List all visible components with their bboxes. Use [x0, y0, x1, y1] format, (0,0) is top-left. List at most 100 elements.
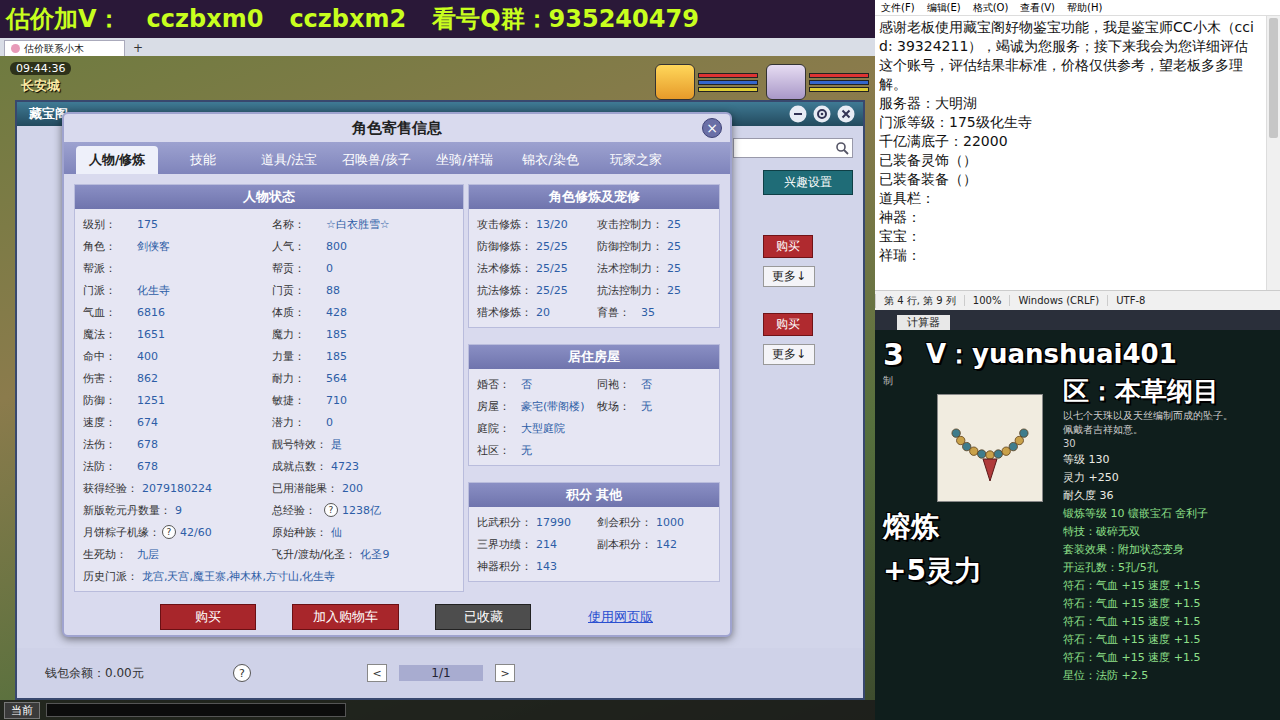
help-icon[interactable]: ?: [324, 503, 338, 517]
anger-bar: [698, 87, 758, 92]
dialog-tab[interactable]: 技能: [162, 146, 244, 174]
stat-label: 法术修炼：: [477, 261, 532, 276]
action-button[interactable]: 加入购物车: [292, 604, 399, 630]
text-line: 宝宝：: [879, 227, 1262, 246]
item-stat: 符石：气血 +15 速度 +1.5: [1063, 631, 1272, 649]
smelt-label: 熔炼: [883, 508, 1055, 546]
action-button[interactable]: 使用网页版: [567, 604, 674, 630]
stat-label: 命中：: [83, 349, 133, 364]
new-tab-button[interactable]: +: [129, 40, 147, 56]
settings-icon[interactable]: [813, 105, 831, 123]
stat-label: 法伤：: [83, 437, 133, 452]
smelt-bonus: +5灵力: [883, 552, 1055, 590]
dialog-tab[interactable]: 玩家之家: [595, 146, 677, 174]
stat-value: 564: [326, 372, 347, 385]
stat-label: 比武积分：: [477, 515, 532, 530]
stat-label: 门派：: [83, 283, 133, 298]
menu-item[interactable]: 编辑(E): [927, 1, 961, 15]
dialog-tab[interactable]: 人物/修炼: [76, 146, 158, 174]
dialog-tab[interactable]: 召唤兽/孩子: [334, 146, 419, 174]
info-section: 角色修炼及宠修攻击修炼：13/20攻击控制力：25防御修炼：25/25防御控制力…: [468, 184, 720, 328]
stat-label: 法防：: [83, 459, 133, 474]
search-icon[interactable]: [835, 141, 849, 155]
hp-bar: [698, 73, 758, 78]
menu-item[interactable]: 帮助(H): [1067, 1, 1102, 15]
chat-input[interactable]: [46, 703, 346, 717]
next-page-button[interactable]: >: [495, 664, 515, 682]
stat-cell: 获得经验：2079180224: [83, 477, 266, 499]
page-indicator: 1/1: [399, 665, 483, 681]
portrait[interactable]: [766, 64, 869, 100]
stat-grid: 攻击修炼：13/20攻击控制力：25防御修炼：25/25防御控制力：25法术修炼…: [469, 209, 719, 327]
overlay-contact: V：yuanshuai401: [926, 337, 1177, 372]
stat-cell: 气血：6816: [83, 301, 266, 323]
close-button[interactable]: ×: [702, 118, 722, 138]
minimize-icon[interactable]: [789, 105, 807, 123]
stat-cell: 潜力： 0: [272, 411, 455, 433]
market-side: 兴趣设置购买更多↓购买更多↓: [733, 126, 853, 648]
chat-channel[interactable]: 当前: [4, 702, 40, 719]
scroll-thumb[interactable]: [1269, 18, 1278, 138]
buy-button[interactable]: 购买: [763, 235, 813, 258]
stat-value: 25: [667, 240, 681, 253]
stat-label: 生死劫：: [83, 547, 133, 562]
portrait[interactable]: [655, 64, 758, 100]
anger-bar: [809, 87, 869, 92]
action-button[interactable]: 购买: [160, 604, 256, 630]
stat-label: 神器积分：: [477, 559, 532, 574]
status-bar: 第 4 行, 第 9 列100%Windows (CRLF)UTF-8: [875, 290, 1280, 310]
stat-value: 20: [536, 306, 550, 319]
stat-cell: 法术控制力：25: [597, 257, 711, 279]
action-button[interactable]: 已收藏: [435, 604, 531, 630]
menu-item[interactable]: 文件(F): [881, 1, 915, 15]
necklace-icon: [945, 403, 1035, 493]
text-line: 服务器：大明湖: [879, 94, 1262, 113]
stream-overlay: 3V：yuanshuai401: [883, 334, 1272, 374]
stat-label: 婚否：: [477, 377, 517, 392]
stat-label: 庭院：: [477, 421, 517, 436]
stat-value: 143: [536, 560, 557, 573]
stat-cell: 攻击修炼：13/20: [477, 213, 591, 235]
stat-value: 0: [326, 416, 333, 429]
stat-cell: 人气：800: [272, 235, 455, 257]
interest-settings-button[interactable]: 兴趣设置: [763, 170, 853, 195]
text-line: 门派等级：175级化生寺: [879, 113, 1262, 132]
dialog-tab[interactable]: 道具/法宝: [248, 146, 330, 174]
menu-item[interactable]: 格式(O): [973, 1, 1009, 15]
more-button[interactable]: 更多↓: [763, 266, 815, 287]
stat-value: 35: [641, 306, 655, 319]
browser-tab[interactable]: 估价联系小木: [4, 40, 125, 56]
dialog-tab[interactable]: 锦衣/染色: [509, 146, 591, 174]
stat-value: 678: [137, 460, 158, 473]
item-stat: 灵力 +250: [1063, 469, 1272, 487]
close-icon[interactable]: [837, 105, 855, 123]
stat-cell: 成就点数：4723: [272, 455, 455, 477]
item-tooltip: 3V：yuanshuai401制熔炼+5灵力区：本草纲目以七个天珠以及天丝编制而…: [875, 330, 1280, 720]
prev-page-button[interactable]: <: [367, 664, 387, 682]
stat-cell: 新版乾元丹数量：9: [83, 499, 266, 521]
editor: 感谢老板使用藏宝阁好物鉴宝功能，我是鉴宝师CC小木（ccid: 39324211…: [875, 16, 1280, 290]
info-section: 居住房屋婚否：否同袍：否房屋：豪宅(带阁楼)牧场：无庭院：大型庭院社区：无: [468, 344, 720, 466]
search-field[interactable]: [733, 138, 853, 158]
scrollbar[interactable]: [1266, 16, 1280, 290]
item-stat: 星位：法防 +2.5: [1063, 667, 1272, 685]
stat-value: 1238亿: [342, 503, 381, 518]
help-icon[interactable]: ?: [162, 525, 176, 539]
item-description: 以七个天珠以及天丝编制而成的坠子。: [1063, 409, 1272, 423]
more-button[interactable]: 更多↓: [763, 344, 815, 365]
text-area[interactable]: 感谢老板使用藏宝阁好物鉴宝功能，我是鉴宝师CC小木（ccid: 39324211…: [875, 16, 1266, 290]
stat-label: 防御修炼：: [477, 239, 532, 254]
buy-button[interactable]: 购买: [763, 313, 813, 336]
menu-item[interactable]: 查看(V): [1020, 1, 1055, 15]
calculator-tab[interactable]: 计算器: [897, 315, 950, 330]
help-button[interactable]: ?: [233, 664, 251, 682]
stat-label: 防御：: [83, 393, 133, 408]
stat-value: 否: [641, 377, 652, 392]
stat-label: 魔法：: [83, 327, 133, 342]
stat-value: 无: [521, 443, 532, 458]
stat-cell: 飞升/渡劫/化圣：化圣9: [272, 543, 455, 565]
stat-label: 潜力：: [272, 415, 322, 430]
menu-bar: 文件(F) 编辑(E) 格式(O) 查看(V) 帮助(H): [875, 0, 1280, 16]
dialog-tab[interactable]: 坐骑/祥瑞: [423, 146, 505, 174]
game-scene: 09:44:36长安城藏宝阁兴趣设置购买更多↓购买更多↓钱包余额：0.00元?<…: [0, 56, 875, 720]
